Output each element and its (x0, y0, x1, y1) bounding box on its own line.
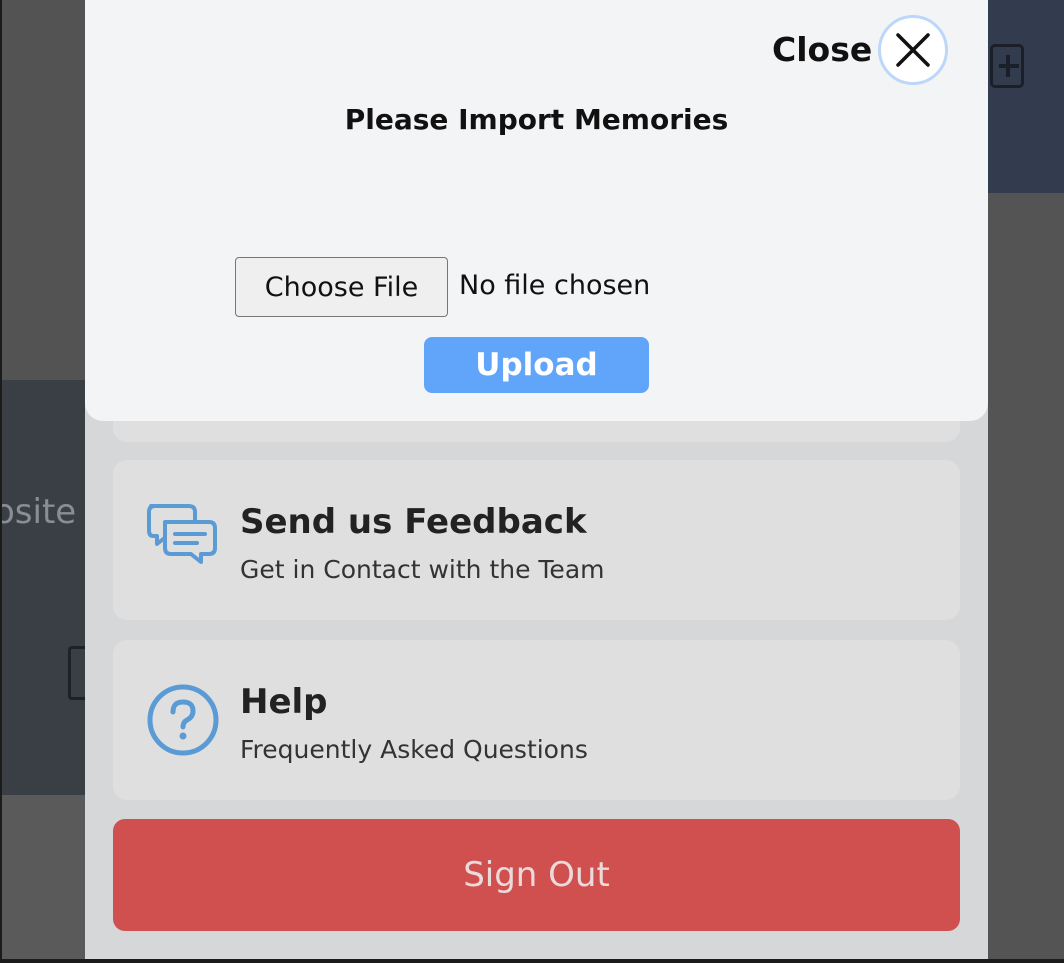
background-left-card (0, 380, 85, 795)
chat-bubbles-icon (147, 504, 217, 564)
feedback-subtitle: Get in Contact with the Team (240, 555, 605, 584)
window-edge-bottom (0, 959, 1064, 963)
background-partial-text: osite (0, 492, 77, 532)
feedback-card[interactable]: Send us Feedback Get in Contact with the… (113, 460, 960, 620)
question-circle-icon (147, 684, 219, 756)
modal-title: Please Import Memories (344, 103, 729, 136)
help-card[interactable]: Help Frequently Asked Questions (113, 640, 960, 800)
help-subtitle: Frequently Asked Questions (240, 735, 588, 764)
upload-button[interactable]: Upload (424, 337, 649, 393)
file-status-text: No file chosen (459, 270, 651, 301)
import-memories-modal: Close Please Import Memories Choose File… (85, 0, 988, 421)
add-icon (990, 44, 1024, 88)
background-left-top (0, 0, 85, 380)
sign-out-button[interactable]: Sign Out (113, 819, 960, 931)
window-edge-left (0, 0, 2, 963)
close-label: Close (772, 30, 873, 69)
background-header (988, 0, 1064, 193)
close-button[interactable] (878, 15, 948, 85)
choose-file-button[interactable]: Choose File (235, 257, 448, 317)
close-icon (896, 33, 930, 67)
help-title: Help (240, 682, 328, 722)
feedback-title: Send us Feedback (240, 502, 587, 542)
